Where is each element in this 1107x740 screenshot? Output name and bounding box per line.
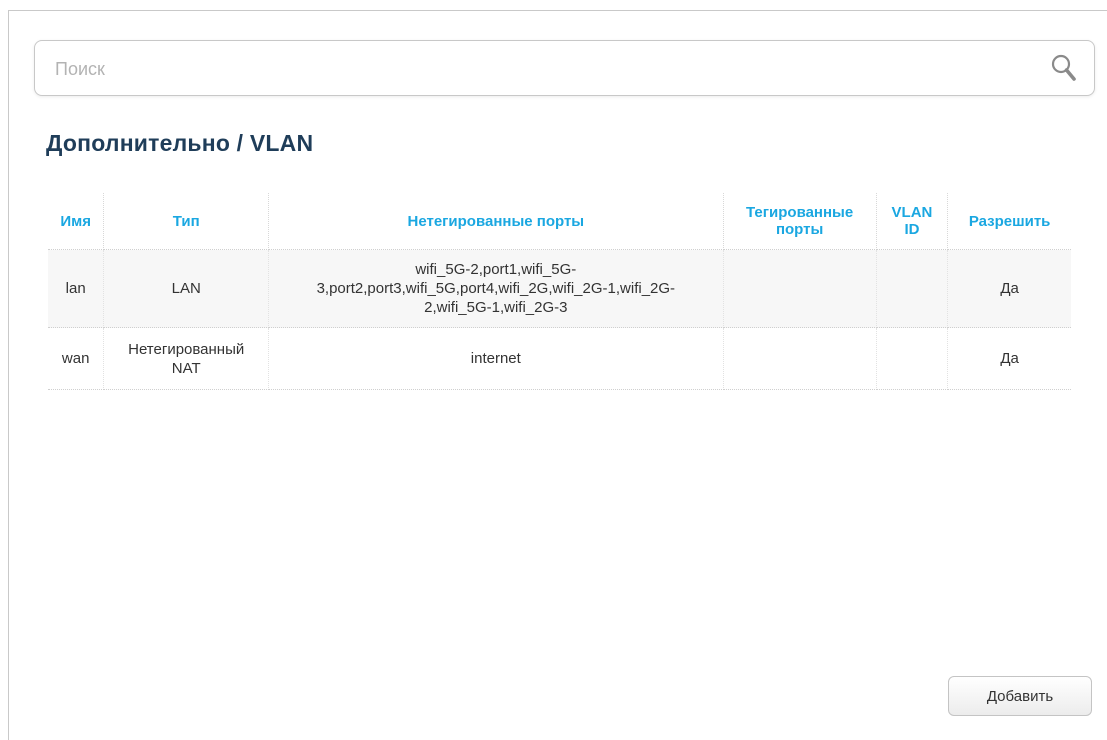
search-box[interactable] — [34, 40, 1095, 96]
cell-vlan-id — [876, 327, 949, 390]
column-header-untagged-ports[interactable]: Нетегированные порты — [268, 193, 724, 250]
cell-type: Нетегированный NAT — [103, 327, 270, 390]
column-header-name[interactable]: Имя — [48, 193, 105, 250]
cell-name: lan — [48, 249, 105, 328]
column-header-vlan-id[interactable]: VLAN ID — [876, 193, 949, 250]
table-header-row: Имя Тип Нетегированные порты Тегированны… — [48, 193, 1071, 250]
cell-enabled: Да — [947, 249, 1071, 328]
cell-enabled: Да — [947, 327, 1071, 390]
column-header-type[interactable]: Тип — [103, 193, 270, 250]
table-row[interactable]: wan Нетегированный NAT internet Да — [48, 327, 1071, 390]
vlan-table: Имя Тип Нетегированные порты Тегированны… — [48, 193, 1071, 390]
cell-untagged-ports: wifi_5G-2,port1,wifi_5G- 3,port2,port3,wi… — [268, 249, 724, 328]
search-icon[interactable] — [1050, 53, 1078, 83]
cell-type: LAN — [103, 249, 270, 328]
search-input[interactable] — [53, 55, 1017, 83]
cell-tagged-ports — [723, 249, 877, 328]
table-row[interactable]: lan LAN wifi_5G-2,port1,wifi_5G- 3,port2,… — [48, 249, 1071, 328]
cell-tagged-ports — [723, 327, 877, 390]
cell-untagged-ports: internet — [268, 327, 724, 390]
page-title: Дополнительно / VLAN — [46, 130, 314, 156]
column-header-enabled[interactable]: Разрешить — [947, 193, 1071, 250]
cell-vlan-id — [876, 249, 949, 328]
cell-name: wan — [48, 327, 105, 390]
add-button[interactable]: Добавить — [948, 676, 1092, 716]
column-header-tagged-ports[interactable]: Тегированные порты — [723, 193, 877, 250]
